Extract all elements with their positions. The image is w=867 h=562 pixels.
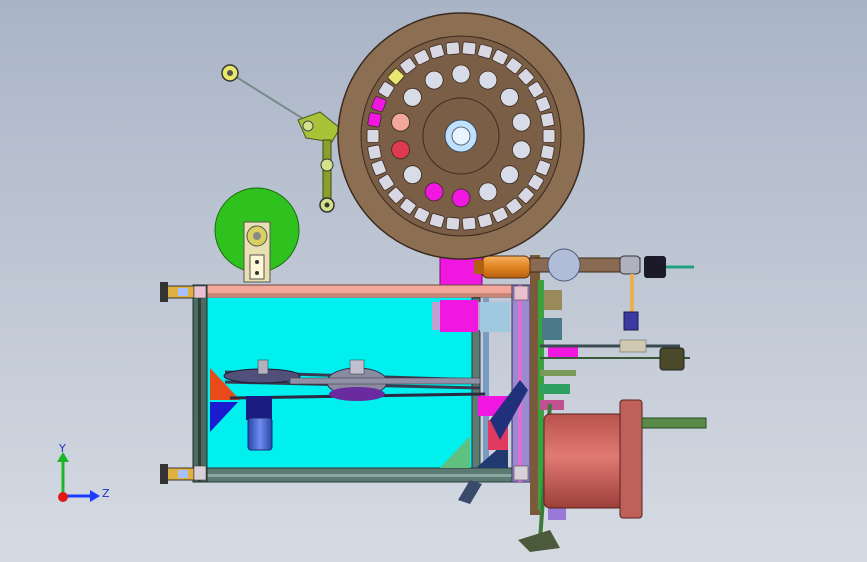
spool-hole bbox=[478, 70, 498, 90]
cam-follower bbox=[619, 255, 641, 275]
motor-flange bbox=[619, 399, 643, 519]
spool-slot bbox=[461, 216, 477, 231]
spool-hole bbox=[391, 112, 411, 132]
spool-hole bbox=[500, 165, 519, 185]
spool-hole bbox=[512, 112, 531, 132]
linear-actuator-small bbox=[659, 347, 685, 371]
spool-slot bbox=[540, 144, 555, 160]
triad-origin bbox=[58, 492, 68, 502]
spool-hole bbox=[451, 64, 471, 84]
spool-hole bbox=[478, 182, 498, 202]
y-axis-label: Y bbox=[58, 442, 66, 455]
spool-slot bbox=[461, 41, 477, 56]
servo-motor-blue[interactable] bbox=[246, 396, 273, 451]
spool-slot bbox=[542, 129, 556, 143]
spool-hole bbox=[500, 87, 519, 107]
spool-slot bbox=[367, 144, 382, 160]
spool-wheel[interactable] bbox=[337, 12, 585, 260]
spool-slot bbox=[445, 216, 461, 231]
motor-icon bbox=[247, 417, 273, 451]
spool-hole bbox=[403, 165, 422, 185]
spool-hole bbox=[391, 140, 411, 160]
spool-hole bbox=[424, 182, 444, 202]
spool-hole bbox=[403, 87, 422, 107]
spool-slot bbox=[367, 112, 382, 128]
spool-slot bbox=[445, 41, 461, 56]
spool-slot bbox=[540, 112, 555, 128]
spool-slot bbox=[366, 129, 380, 143]
pneumatic-cylinder[interactable] bbox=[474, 255, 531, 279]
cad-viewport[interactable]: Y Z bbox=[0, 0, 867, 562]
spool-hole bbox=[451, 188, 471, 208]
spool-hole bbox=[512, 140, 531, 160]
spool-hole bbox=[424, 70, 444, 90]
z-axis-label: Z bbox=[102, 487, 110, 500]
